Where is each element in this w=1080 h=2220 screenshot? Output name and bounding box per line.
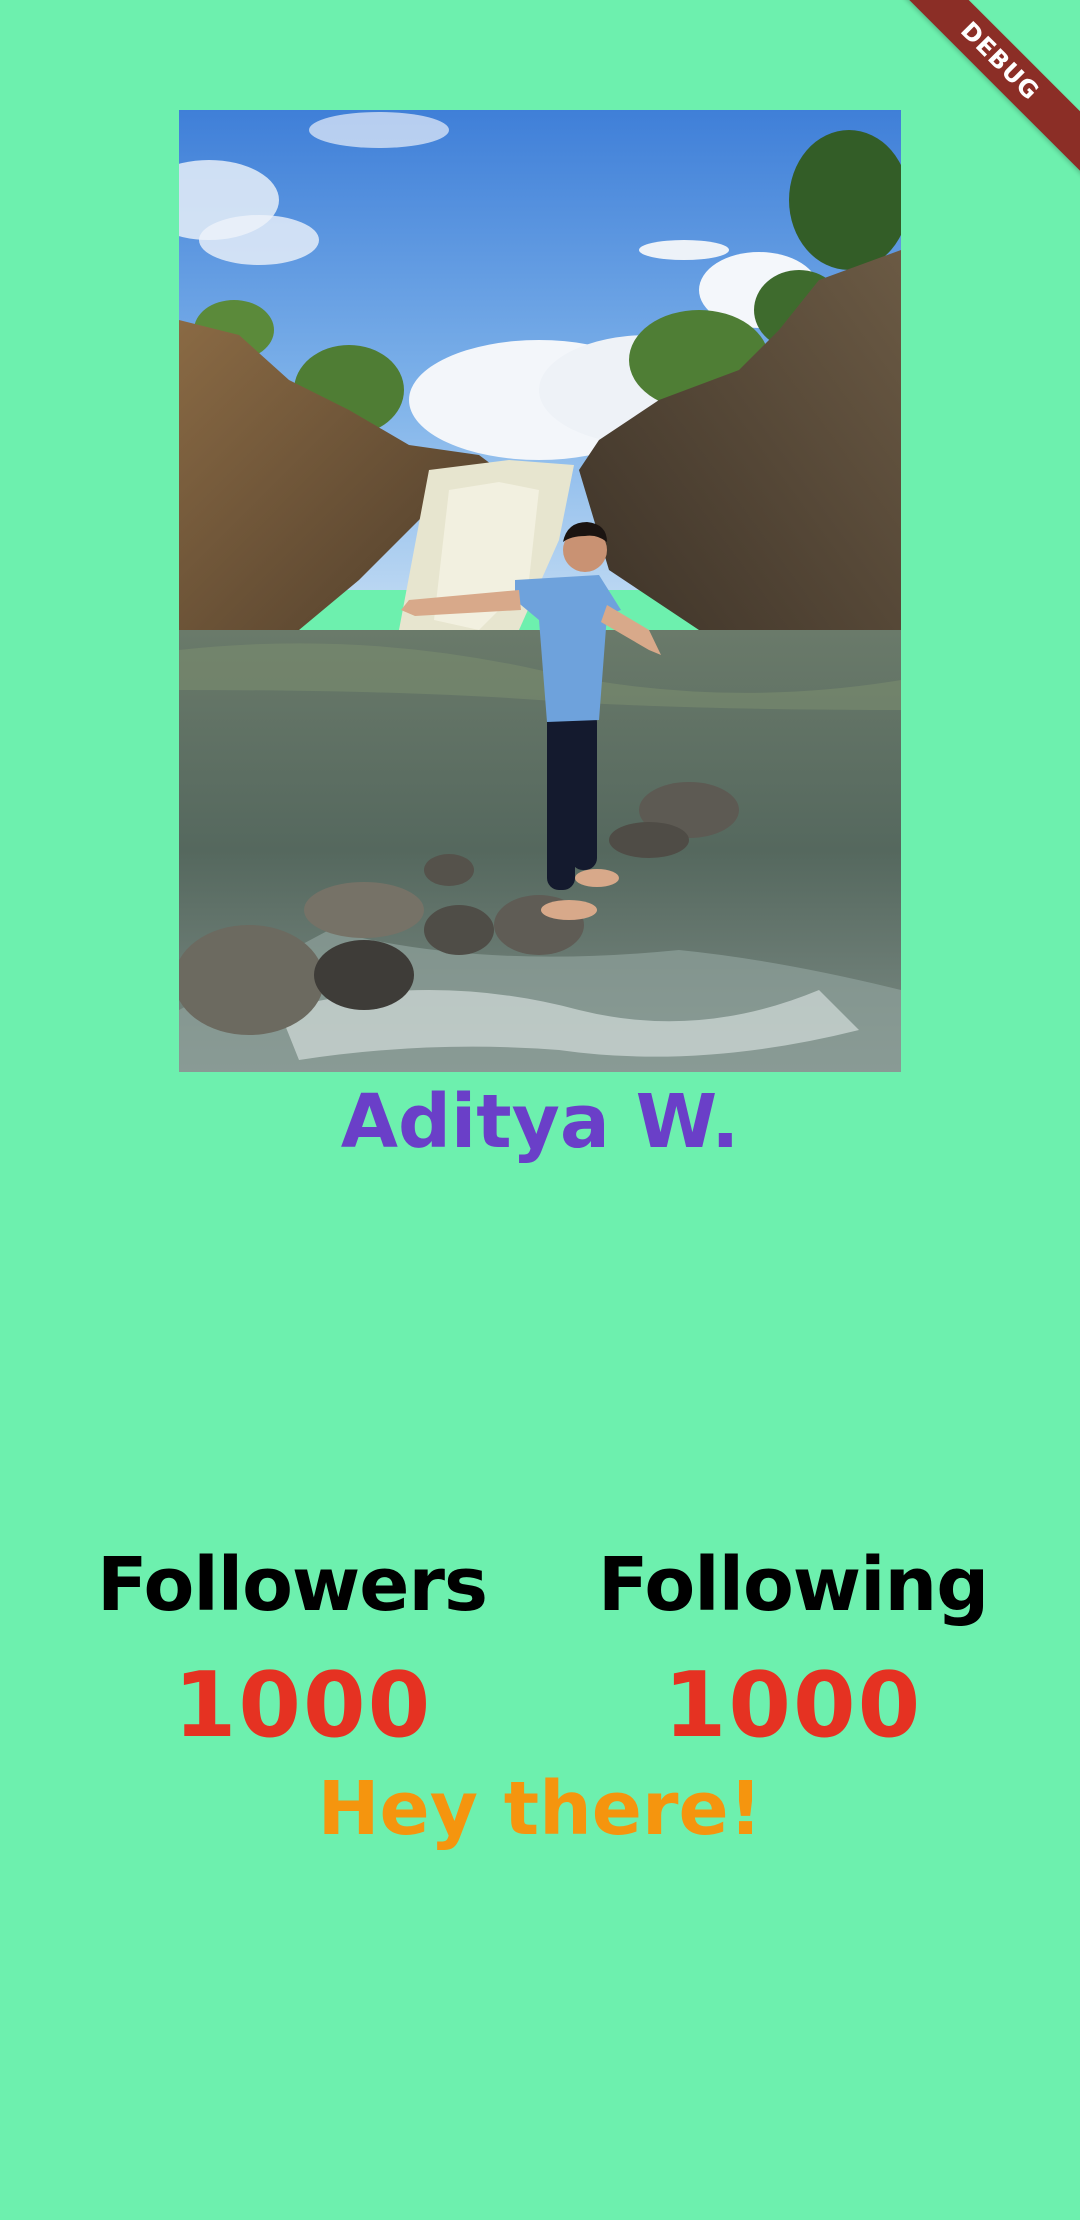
debug-banner: DEBUG bbox=[879, 0, 1080, 182]
following-stat: Following 1000 bbox=[523, 1530, 1063, 1766]
profile-name: Aditya W. bbox=[340, 1079, 740, 1165]
followers-label: Followers bbox=[96, 1542, 488, 1628]
stats-row: Followers 1000 Following 1000 bbox=[0, 1530, 1080, 1770]
followers-stat: Followers 1000 bbox=[22, 1530, 562, 1766]
profile-photo bbox=[179, 110, 901, 1072]
greeting-text: Hey there! bbox=[317, 1766, 763, 1852]
following-count: 1000 bbox=[663, 1653, 923, 1758]
followers-count: 1000 bbox=[173, 1653, 433, 1758]
following-label: Following bbox=[597, 1542, 989, 1628]
